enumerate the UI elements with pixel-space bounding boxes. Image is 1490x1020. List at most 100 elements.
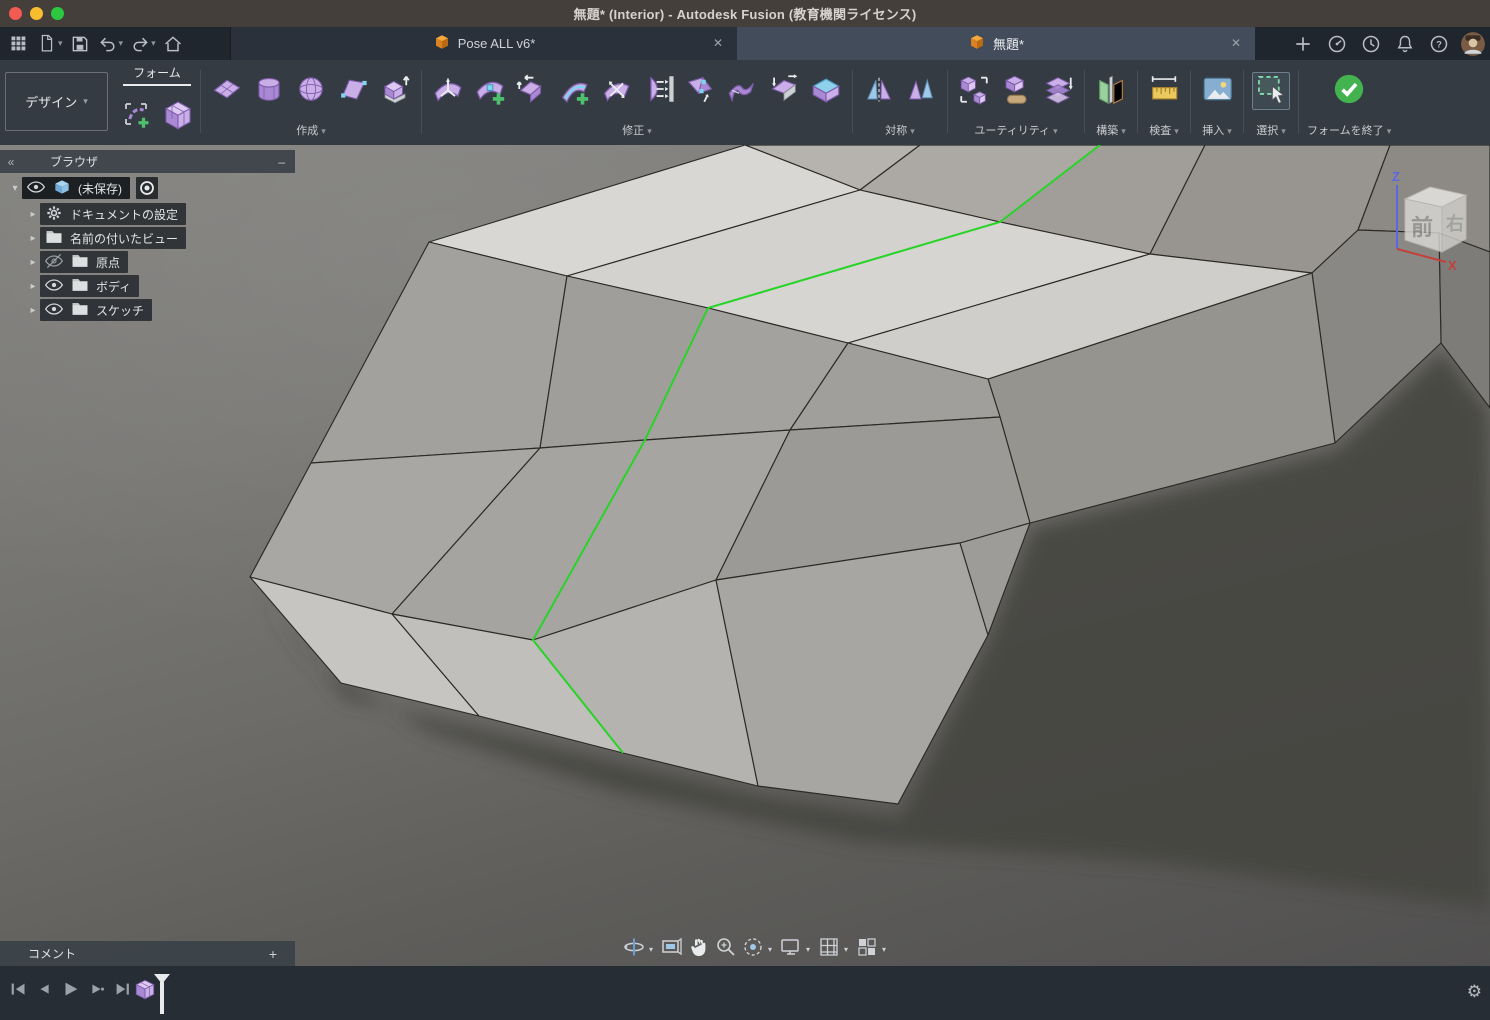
group-label-対称[interactable]: 対称 ▾ <box>885 122 915 144</box>
browser-item-ボディ[interactable]: ▸ボディ <box>26 275 139 297</box>
extrude-button[interactable] <box>377 73 413 109</box>
caret-closed-icon[interactable]: ▸ <box>26 209 40 220</box>
zoom-button[interactable] <box>714 937 738 961</box>
timeline-settings-gear-icon[interactable]: ⚙ <box>1467 982 1482 1002</box>
edit-form-button[interactable] <box>430 73 466 109</box>
measure-button[interactable] <box>1146 73 1182 109</box>
undo-icon[interactable] <box>95 31 121 57</box>
select-button[interactable] <box>1252 72 1290 110</box>
caret-closed-icon[interactable]: ▸ <box>26 305 40 316</box>
workspace-selector[interactable]: デザイン ▾ <box>5 72 108 131</box>
activate-component-radio[interactable] <box>136 177 158 199</box>
crease-button[interactable] <box>766 73 802 109</box>
step-forward-button[interactable] <box>86 980 108 1004</box>
3d-viewport[interactable]: Z X 前 右 « ブラウザ – ▾(未保存) ▸ドキュメントの設定▸名前の付いた… <box>0 145 1490 966</box>
maximize-window-button[interactable] <box>51 7 64 20</box>
document-tab-untitled[interactable]: 無題* ✕ <box>737 27 1255 60</box>
subdivide-button[interactable] <box>598 73 634 109</box>
cylinder-button[interactable] <box>251 73 287 109</box>
browser-header[interactable]: « ブラウザ – <box>0 150 295 173</box>
group-label-選択[interactable]: 選択 ▾ <box>1256 122 1286 144</box>
chevron-down-icon[interactable]: ▾ <box>806 945 814 954</box>
create-form-button[interactable] <box>118 99 154 135</box>
chevron-down-icon[interactable]: ▾ <box>649 945 657 954</box>
app-grid-icon[interactable] <box>6 31 32 57</box>
browser-item-(未保存)[interactable]: ▾(未保存) <box>8 177 158 199</box>
step-back-button[interactable] <box>34 980 56 1004</box>
insert-image-button[interactable] <box>1199 73 1235 109</box>
close-tab-icon[interactable]: ✕ <box>1228 35 1244 51</box>
browser-item-名前の付いたビュー[interactable]: ▸名前の付いたビュー <box>26 227 186 249</box>
help-icon[interactable]: ? <box>1426 31 1452 57</box>
finish-form-button[interactable] <box>1331 73 1367 109</box>
face-button[interactable] <box>335 73 371 109</box>
chevron-down-icon[interactable]: ▾ <box>882 945 890 954</box>
job-status-icon[interactable] <box>1324 31 1350 57</box>
view-cube[interactable]: Z X 前 右 <box>1378 157 1483 272</box>
insert-point-button[interactable] <box>472 73 508 109</box>
eye-icon[interactable] <box>44 275 64 298</box>
finish-form-label[interactable]: フォームを終了 ▾ <box>1307 122 1391 144</box>
file-new-icon[interactable] <box>34 31 60 57</box>
group-label-作成[interactable]: 作成 ▾ <box>296 122 326 144</box>
weld-vertices-button[interactable] <box>682 73 718 109</box>
chevron-down-icon[interactable]: ▾ <box>58 38 63 49</box>
flatten-button[interactable] <box>640 73 676 109</box>
document-tab-pose-all[interactable]: Pose ALL v6* ✕ <box>230 27 738 60</box>
save-icon[interactable] <box>67 31 93 57</box>
home-icon[interactable] <box>160 31 186 57</box>
box-primitive-button[interactable] <box>160 99 196 135</box>
eye-icon[interactable] <box>44 299 64 322</box>
circular-internal-button[interactable] <box>903 73 939 109</box>
go-to-start-button[interactable] <box>8 980 30 1004</box>
display-mode-button[interactable] <box>1040 73 1076 109</box>
caret-closed-icon[interactable]: ▸ <box>26 233 40 244</box>
eye-off-icon[interactable] <box>44 251 64 274</box>
redo-icon[interactable] <box>127 31 153 57</box>
close-window-button[interactable] <box>9 7 22 20</box>
slide-edge-button[interactable] <box>514 73 550 109</box>
browser-item-原点[interactable]: ▸原点 <box>26 251 128 273</box>
timeline-playhead[interactable] <box>152 972 172 1016</box>
unweld-edges-button[interactable] <box>724 73 760 109</box>
insert-edge-button[interactable] <box>556 73 592 109</box>
chevron-down-icon[interactable]: ▾ <box>119 38 124 49</box>
pan-button[interactable] <box>687 937 711 961</box>
group-label-ユーティリティ[interactable]: ユーティリティ ▾ <box>974 122 1057 144</box>
play-button[interactable] <box>60 980 82 1004</box>
add-comment-icon[interactable]: + <box>269 946 277 962</box>
sphere-button[interactable] <box>293 73 329 109</box>
collapse-panel-icon[interactable]: « <box>0 155 22 169</box>
fit-button[interactable] <box>741 937 765 961</box>
group-label-構築[interactable]: 構築 ▾ <box>1096 122 1126 144</box>
notifications-icon[interactable] <box>1392 31 1418 57</box>
chevron-down-icon[interactable]: ▾ <box>768 945 776 954</box>
caret-closed-icon[interactable]: ▸ <box>26 257 40 268</box>
view-cube-body[interactable]: 前 右 <box>1405 187 1466 252</box>
caret-closed-icon[interactable]: ▸ <box>26 281 40 292</box>
display-settings-button[interactable] <box>779 937 803 961</box>
group-label-検査[interactable]: 検査 ▾ <box>1149 122 1179 144</box>
orbit-button[interactable] <box>622 937 646 961</box>
mirror-internal-button[interactable] <box>861 73 897 109</box>
construct-plane-button[interactable] <box>1093 73 1129 109</box>
comments-bar[interactable]: コメント + <box>0 941 295 966</box>
viewports-button[interactable] <box>855 937 879 961</box>
browser-item-ドキュメントの設定[interactable]: ▸ドキュメントの設定 <box>26 203 186 225</box>
look-at-button[interactable] <box>660 937 684 961</box>
convert-button[interactable] <box>998 73 1034 109</box>
repair-body-button[interactable] <box>956 73 992 109</box>
close-tab-icon[interactable]: ✕ <box>710 35 726 51</box>
chevron-down-icon[interactable]: ▾ <box>844 945 852 954</box>
minimize-window-button[interactable] <box>30 7 43 20</box>
group-label-修正[interactable]: 修正 ▾ <box>622 122 652 144</box>
tspline-body[interactable] <box>0 145 1490 966</box>
browser-item-スケッチ[interactable]: ▸スケッチ <box>26 299 152 321</box>
go-to-end-button[interactable] <box>112 980 134 1004</box>
caret-open-icon[interactable]: ▾ <box>8 183 22 194</box>
minimize-panel-icon[interactable]: – <box>278 155 285 169</box>
group-label-挿入[interactable]: 挿入 ▾ <box>1202 122 1232 144</box>
avatar[interactable] <box>1460 31 1486 57</box>
mesh-face-front-1[interactable] <box>311 242 567 463</box>
grid-button[interactable] <box>817 937 841 961</box>
